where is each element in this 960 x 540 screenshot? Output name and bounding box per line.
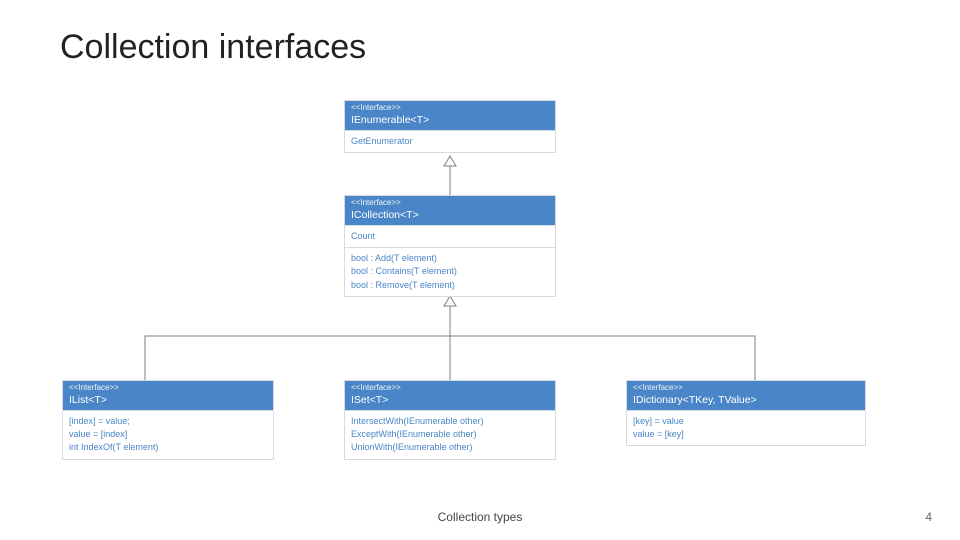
class-name: IEnumerable<T> [351,113,549,127]
class-name: IDictionary<TKey, TValue> [633,393,859,407]
uml-ilist: <<Interface>> IList<T> [index] = value; … [62,380,274,460]
member: GetEnumerator [351,135,549,148]
footer-title: Collection types [0,510,960,524]
uml-icollection: <<Interface>> ICollection<T> Count bool … [344,195,556,297]
members: [key] = value value = [key] [627,410,865,445]
members: bool : Add(T element) bool : Contains(T … [345,247,555,295]
class-name: IList<T> [69,393,267,407]
members: IntersectWith(IEnumerable other) ExceptW… [345,410,555,458]
uml-ienumerable: <<Interface>> IEnumerable<T> GetEnumerat… [344,100,556,153]
member: bool : Add(T element) [351,252,549,265]
stereotype: <<Interface>> [351,384,549,393]
members: GetEnumerator [345,130,555,152]
uml-idictionary: <<Interface>> IDictionary<TKey, TValue> … [626,380,866,446]
member: IntersectWith(IEnumerable other) [351,415,549,428]
member: [index] = value; [69,415,267,428]
member: int IndexOf(T element) [69,441,267,454]
member: UnionWith(IEnumerable other) [351,441,549,454]
stereotype: <<Interface>> [351,199,549,208]
members: [index] = value; value = [index] int Ind… [63,410,273,458]
properties: Count [345,225,555,247]
member: ExceptWith(IEnumerable other) [351,428,549,441]
class-name: ISet<T> [351,393,549,407]
stereotype: <<Interface>> [633,384,859,393]
member: bool : Contains(T element) [351,265,549,278]
page-title: Collection interfaces [60,28,366,67]
member: [key] = value [633,415,859,428]
member: bool : Remove(T element) [351,279,549,292]
uml-iset: <<Interface>> ISet<T> IntersectWith(IEnu… [344,380,556,460]
page-number: 4 [925,510,932,524]
property: Count [351,230,549,243]
class-name: ICollection<T> [351,208,549,222]
stereotype: <<Interface>> [69,384,267,393]
member: value = [key] [633,428,859,441]
member: value = [index] [69,428,267,441]
stereotype: <<Interface>> [351,104,549,113]
